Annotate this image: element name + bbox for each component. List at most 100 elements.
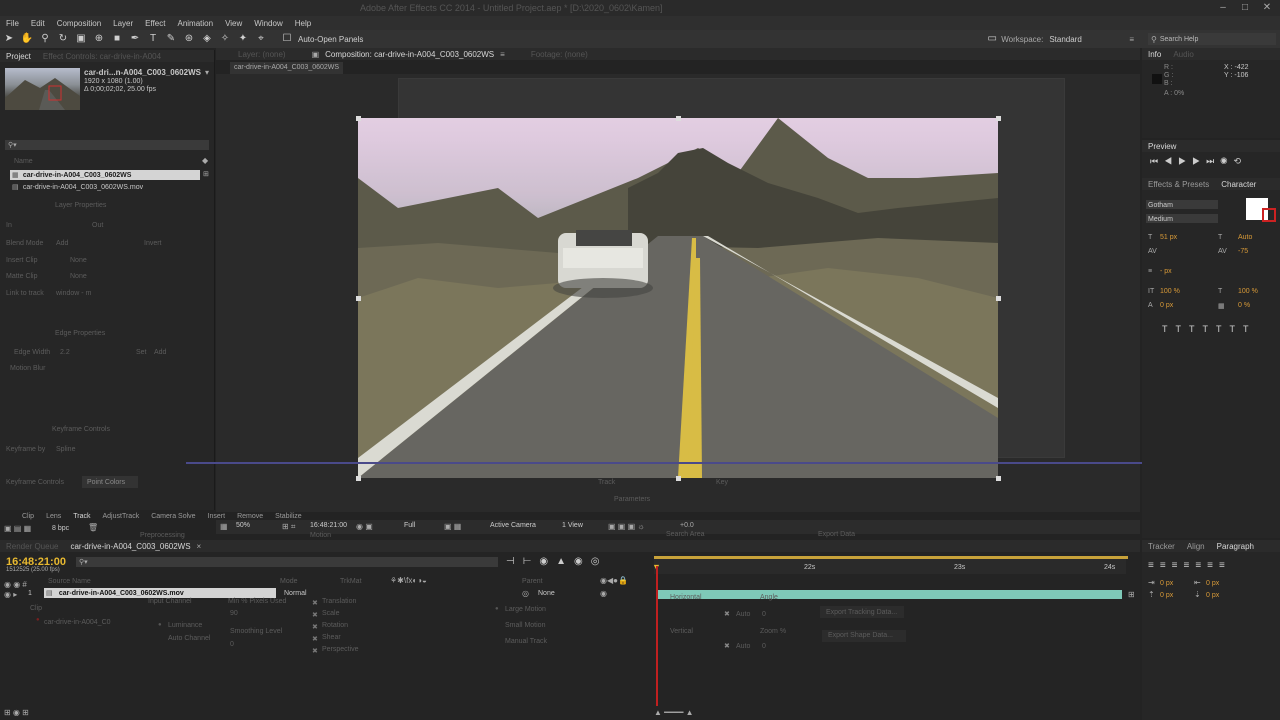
baseline-value[interactable]: 0 px <box>1160 302 1173 309</box>
menu-layer[interactable]: Layer <box>107 19 139 28</box>
tab-paragraph[interactable]: Paragraph <box>1211 542 1260 551</box>
flowchart-icon[interactable]: ⊞ <box>203 170 209 178</box>
font-family-select[interactable]: Gotham <box>1146 200 1218 209</box>
lock-icon[interactable]: ▣ <box>312 50 320 59</box>
grid-icon[interactable]: ▦ <box>220 522 228 531</box>
pan-behind-tool-icon[interactable]: ⊕ <box>92 32 106 46</box>
brush-tool-icon[interactable]: ✎ <box>164 32 178 46</box>
column-source-name[interactable]: Source Name <box>48 578 91 585</box>
tab-lens[interactable]: Lens <box>40 513 67 520</box>
layer-row-selected[interactable]: ▤ car-drive-in-A004_C003_0602WS.mov <box>44 588 276 598</box>
tab-camera-solve[interactable]: Camera Solve <box>145 513 201 520</box>
project-search-input[interactable]: ⚲▾ <box>5 140 209 150</box>
menu-file[interactable]: File <box>0 19 25 28</box>
rotate-tool-icon[interactable]: ↻ <box>56 32 70 46</box>
puppet-tool-icon[interactable]: ✦ <box>236 32 250 46</box>
handle-mid-left[interactable] <box>356 296 361 301</box>
minimize-button[interactable]: – <box>1212 0 1234 16</box>
paragraph-align-buttons[interactable]: ≡≡≡≡≡≡≡ <box>1148 560 1231 571</box>
tracking-value[interactable]: -75 <box>1238 248 1248 255</box>
tab-effects-presets[interactable]: Effects & Presets <box>1142 180 1215 189</box>
tab-point-colors[interactable]: Point Colors <box>87 479 125 486</box>
local-axis-icon[interactable]: ⌖ <box>254 32 268 46</box>
column-parent[interactable]: Parent <box>522 578 543 585</box>
workspace-select[interactable]: Standard <box>1049 35 1129 44</box>
keyframe-by-value[interactable]: Spline <box>56 446 75 453</box>
indent-left-value[interactable]: 0 px <box>1160 580 1173 587</box>
roto-tool-icon[interactable]: ✧ <box>218 32 232 46</box>
menu-composition[interactable]: Composition <box>51 19 107 28</box>
property-checkboxes[interactable]: ✖ ✖ ✖ ✖ ✖ <box>312 598 318 658</box>
layer-duration-bar[interactable] <box>658 590 1122 599</box>
handle-bottom-center[interactable] <box>676 476 681 481</box>
pixel-aspect-icon[interactable]: ▣ ▣ ▣ ☼ <box>608 522 645 531</box>
menu-animation[interactable]: Animation <box>171 19 219 28</box>
property-perspective[interactable]: Perspective <box>322 646 359 653</box>
column-mode[interactable]: Mode <box>280 578 298 585</box>
resolution-select[interactable]: Full <box>404 522 415 529</box>
tab-remove[interactable]: Remove <box>231 513 269 520</box>
tab-timeline-comp[interactable]: car-drive-in-A004_C003_0602WS <box>64 542 196 551</box>
handle-bottom-left[interactable] <box>356 476 361 481</box>
interpret-footage-icon[interactable]: ▣ ▤ ▦ <box>4 524 31 533</box>
menu-edit[interactable]: Edit <box>25 19 51 28</box>
vertical-scale-value[interactable]: 100 % <box>1160 288 1180 295</box>
workspace-menu-icon[interactable]: ≡ <box>1129 35 1134 44</box>
column-trkmat[interactable]: TrkMat <box>340 578 362 585</box>
matte-clip-value[interactable]: None <box>70 273 87 280</box>
tab-character[interactable]: Character <box>1215 180 1262 189</box>
blend-mode-value[interactable]: Add <box>56 240 68 247</box>
clone-tool-icon[interactable]: ⊛ <box>182 32 196 46</box>
camera-tool-icon[interactable]: ▣ <box>74 32 88 46</box>
tab-keyframe-controls[interactable]: Keyframe Controls <box>6 479 64 486</box>
layer-av-toggles[interactable]: ◉ ◉ # <box>4 580 27 589</box>
tab-project[interactable]: Project <box>0 52 37 61</box>
tab-stabilize[interactable]: Stabilize <box>269 513 307 520</box>
insert-clip-value[interactable]: None <box>70 257 87 264</box>
handle-bottom-right[interactable] <box>996 476 1001 481</box>
composition-subtab[interactable]: car-drive-in-A004_C003_0602WS <box>230 62 344 74</box>
parent-pickwhip-icon[interactable]: ◎ <box>522 589 529 598</box>
invert-checkbox[interactable]: Invert <box>144 240 162 247</box>
space-after-value[interactable]: 0 px <box>1206 592 1219 599</box>
layer-visibility-icon[interactable]: ◉ ▸ <box>4 590 17 599</box>
space-before-value[interactable]: 0 px <box>1160 592 1173 599</box>
playhead[interactable] <box>656 566 658 706</box>
timeline-bottom-toggles[interactable]: ⊞ ◉ ⊞ <box>4 708 29 717</box>
close-icon[interactable]: × <box>197 542 202 551</box>
add-button[interactable]: Add <box>154 349 166 356</box>
bit-depth-button[interactable]: 8 bpc <box>52 525 69 532</box>
stroke-width-value[interactable]: - px <box>1160 268 1172 275</box>
project-row-composition[interactable]: ▦ car-drive-in-A004_C003_0602WS <box>10 170 200 180</box>
menu-view[interactable]: View <box>219 19 248 28</box>
tab-composition[interactable]: Composition: car-drive-in-A004_C003_0602… <box>319 50 500 59</box>
safe-zones-icon[interactable]: ⊞ ⌗ <box>282 522 295 532</box>
property-rotation[interactable]: Rotation <box>322 622 348 629</box>
faux-style-buttons[interactable]: TTTTTTT <box>1162 324 1256 334</box>
tab-clip[interactable]: Clip <box>16 513 40 520</box>
menu-effect[interactable]: Effect <box>139 19 171 28</box>
timeline-search-input[interactable]: ⚲▾ <box>76 557 498 567</box>
close-button[interactable]: ✕ <box>1256 0 1278 16</box>
tab-effect-controls[interactable]: Effect Controls: car-drive-in-A004 <box>37 52 167 61</box>
zoom-tool-icon[interactable]: ⚲ <box>38 32 52 46</box>
property-scale[interactable]: Scale <box>322 610 340 617</box>
maximize-button[interactable]: □ <box>1234 0 1256 16</box>
tab-track[interactable]: Track <box>67 513 96 520</box>
timeline-switch-buttons[interactable]: ⊣⊢◉▲◉◎ <box>506 556 608 567</box>
camera-select[interactable]: Active Camera <box>490 522 536 529</box>
view-layout-select[interactable]: 1 View <box>562 522 583 529</box>
layer-mode-select[interactable]: Normal <box>284 590 307 597</box>
auto-open-checkbox-icon[interactable]: ☐ <box>280 32 294 46</box>
tab-layer[interactable]: Layer: (none) <box>232 50 292 59</box>
magnification-select[interactable]: 50% <box>236 522 250 529</box>
tab-preview[interactable]: Preview <box>1142 142 1182 151</box>
selection-tool-icon[interactable]: ➤ <box>2 32 16 46</box>
tab-insert[interactable]: Insert <box>202 513 232 520</box>
handle-top-center[interactable] <box>676 116 681 121</box>
composition-frame[interactable] <box>358 118 998 478</box>
property-translation[interactable]: Translation <box>322 598 356 605</box>
item-dropdown-icon[interactable]: ▾ <box>205 68 209 77</box>
preview-controls[interactable]: ⏮◀▶▶⏭◉⟲ <box>1150 156 1247 167</box>
handle-mid-right[interactable] <box>996 296 1001 301</box>
